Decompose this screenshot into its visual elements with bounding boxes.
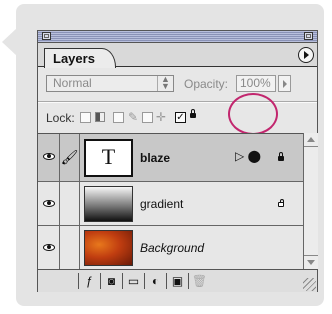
scroll-down-arrow-icon[interactable] bbox=[304, 255, 318, 269]
trash-icon[interactable]: 🗑 bbox=[188, 273, 210, 289]
layer-thumbnail: T bbox=[84, 139, 133, 177]
scroll-up-arrow-icon[interactable] bbox=[304, 133, 318, 147]
opacity-field[interactable]: 100% bbox=[236, 75, 276, 92]
title-bar[interactable] bbox=[38, 31, 317, 43]
link-slot[interactable] bbox=[60, 182, 80, 225]
eye-icon bbox=[43, 244, 55, 251]
layer-row[interactable]: Background bbox=[38, 226, 303, 270]
add-layer-style-button[interactable]: ƒ bbox=[78, 273, 100, 289]
opacity-slider-button[interactable] bbox=[278, 75, 291, 92]
lock-position-checkbox[interactable] bbox=[142, 112, 153, 123]
visibility-toggle[interactable] bbox=[38, 134, 60, 181]
new-layer-set-button[interactable]: ▭ bbox=[122, 273, 144, 289]
layer-row[interactable]: 🖌 T blaze ▷ ⬤ bbox=[38, 134, 303, 182]
visibility-toggle[interactable] bbox=[38, 182, 60, 225]
blend-mode-select[interactable]: Normal ▲ ▼ bbox=[46, 75, 174, 92]
lock-image-checkbox[interactable] bbox=[113, 112, 124, 123]
effects-icon[interactable]: ▷ ⬤ bbox=[235, 149, 261, 163]
lock-icon bbox=[190, 109, 196, 118]
tab-row: Layers bbox=[38, 43, 317, 68]
new-adjustment-layer-button[interactable]: ◐ bbox=[144, 273, 166, 289]
close-box[interactable] bbox=[42, 32, 51, 40]
blend-mode-value: Normal bbox=[53, 76, 92, 90]
layer-thumbnail bbox=[84, 230, 133, 266]
palette-menu-button[interactable] bbox=[298, 47, 314, 63]
eye-icon bbox=[43, 153, 55, 160]
move-icon: ✛ bbox=[156, 110, 167, 124]
eye-icon bbox=[43, 200, 55, 207]
zoom-box[interactable] bbox=[304, 32, 313, 40]
partial-lock-icon bbox=[278, 199, 284, 207]
layer-name[interactable]: gradient bbox=[140, 197, 183, 211]
tab-layers[interactable]: Layers bbox=[44, 48, 116, 68]
new-layer-button[interactable]: ▣ bbox=[166, 273, 188, 289]
layers-palette: Layers Normal ▲ ▼ Opacity: 100% Lock: ✎ ✛… bbox=[37, 30, 318, 292]
opacity-label: Opacity: bbox=[184, 77, 229, 91]
select-arrows-icon: ▲ ▼ bbox=[157, 75, 173, 91]
lock-icon bbox=[278, 152, 284, 161]
brush-icon: ✎ bbox=[128, 110, 139, 124]
lock-all-checkbox[interactable]: ✓ bbox=[175, 112, 186, 123]
resize-grip-icon[interactable] bbox=[303, 278, 316, 291]
layer-name[interactable]: blaze bbox=[140, 151, 170, 165]
layers-list: 🖌 T blaze ▷ ⬤ gradient Background bbox=[38, 133, 303, 270]
add-mask-button[interactable]: ◙ bbox=[100, 273, 122, 289]
layer-thumbnail bbox=[84, 186, 133, 222]
link-slot[interactable] bbox=[60, 226, 80, 269]
lock-transparency-checkbox[interactable] bbox=[80, 112, 91, 123]
palette-footer: ƒ ◙ ▭ ◐ ▣ 🗑 bbox=[38, 269, 317, 292]
callout-arrow bbox=[2, 28, 17, 56]
layer-name[interactable]: Background bbox=[140, 241, 204, 255]
layer-row[interactable]: gradient bbox=[38, 182, 303, 226]
layers-scrollbar[interactable] bbox=[303, 133, 318, 269]
transparency-icon bbox=[95, 112, 105, 122]
highlight-circle bbox=[228, 93, 278, 135]
blend-controls: Normal ▲ ▼ Opacity: 100% bbox=[38, 67, 317, 101]
lock-label: Lock: bbox=[46, 111, 75, 125]
brush-icon[interactable]: 🖌 bbox=[60, 134, 80, 181]
visibility-toggle[interactable] bbox=[38, 226, 60, 269]
